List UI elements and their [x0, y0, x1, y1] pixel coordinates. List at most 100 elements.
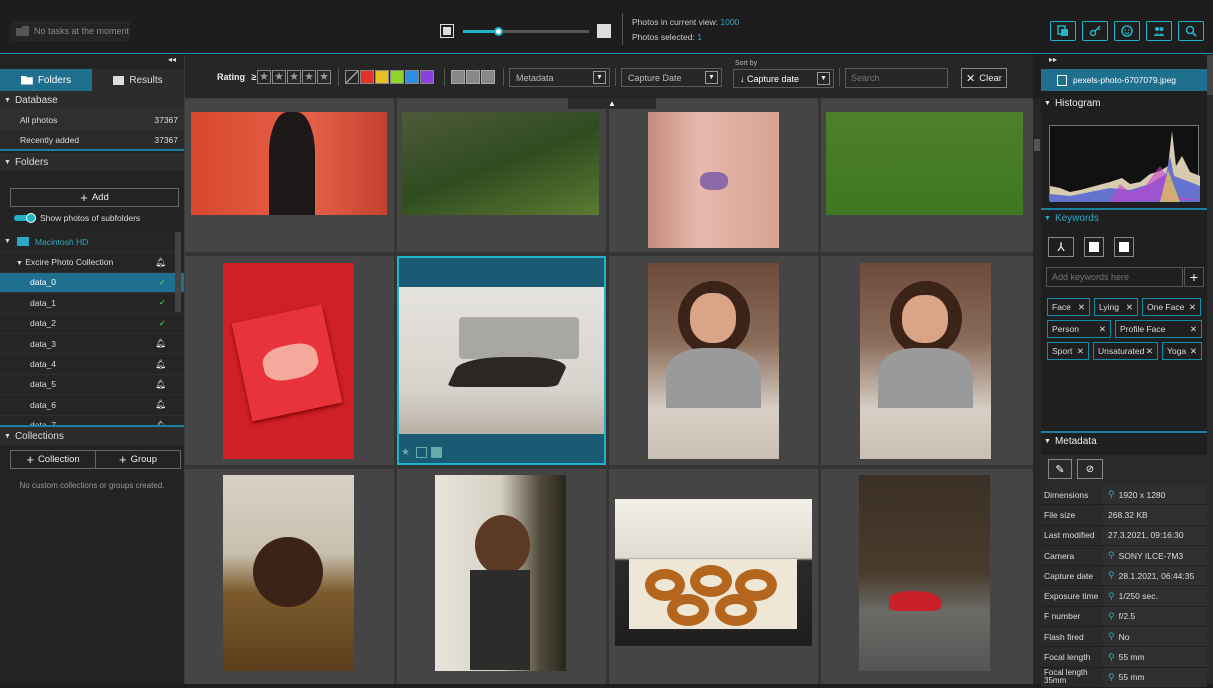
photo-cell[interactable]: [397, 99, 606, 252]
key-button[interactable]: [1082, 21, 1108, 41]
star-icon[interactable]: ★: [257, 70, 271, 84]
sort-select[interactable]: ↓ Capture date ▼: [733, 69, 834, 88]
keyword-suggest-button[interactable]: ⅄: [1048, 237, 1074, 257]
search-icon[interactable]: ⚲: [1108, 631, 1115, 642]
keyword-tag[interactable]: One Face ✕: [1142, 298, 1201, 316]
grid-scrollbar-thumb[interactable]: [1034, 139, 1040, 151]
add-group-button[interactable]: + Group: [96, 450, 181, 469]
keyword-tag[interactable]: Unsaturated ✕: [1093, 342, 1158, 360]
small-thumbnail-icon[interactable]: [440, 24, 454, 38]
search-icon[interactable]: ⚲: [1108, 611, 1115, 622]
metadata-value[interactable]: ⚲ SONY ILCE-7M3: [1103, 545, 1207, 566]
clear-button[interactable]: ✕ Clear: [961, 68, 1007, 88]
hide-metadata-button[interactable]: ⊘: [1077, 459, 1103, 479]
metadata-value[interactable]: ⚲ 1/250 sec.: [1103, 586, 1207, 606]
database-section-header[interactable]: ▼ Database: [0, 91, 184, 109]
folder-row-data_3[interactable]: data_3 🔔︎: [0, 334, 184, 355]
metadata-header[interactable]: ▼ Metadata: [1041, 433, 1207, 450]
metadata-select[interactable]: Metadata ▼: [509, 68, 610, 87]
metadata-value[interactable]: ⚲ 1920 x 1280: [1103, 485, 1207, 505]
right-scrollbar-thumb[interactable]: [1207, 55, 1213, 95]
close-icon[interactable]: ✕: [1189, 302, 1196, 313]
search-icon[interactable]: ⚲: [1108, 591, 1115, 602]
add-keyword-button[interactable]: +: [1184, 267, 1204, 287]
search-icon[interactable]: ⚲: [1108, 652, 1115, 663]
flag-icon[interactable]: [451, 70, 465, 84]
keyword-tag[interactable]: Person ✕: [1047, 320, 1111, 338]
keyword-tag[interactable]: Sport ✕: [1047, 342, 1089, 360]
capture-date-select[interactable]: Capture Date ▼: [621, 68, 722, 87]
keyword-tag[interactable]: Lying ✕: [1094, 298, 1138, 316]
keyword-import-button[interactable]: [1084, 237, 1104, 257]
folder-row-data_0[interactable]: data_0 ✓: [0, 272, 184, 294]
star-icon[interactable]: ★: [317, 70, 331, 84]
flag-icon[interactable]: [431, 447, 442, 458]
volume-row[interactable]: ▼ Macintosh HD: [0, 232, 184, 253]
edit-metadata-button[interactable]: ✎: [1048, 459, 1072, 479]
red-swatch[interactable]: [360, 70, 374, 84]
close-icon[interactable]: ✕: [1078, 302, 1085, 313]
keyword-tag[interactable]: Yoga ✕: [1162, 342, 1202, 360]
folder-row-data_4[interactable]: data_4 🔔︎: [0, 354, 184, 375]
photo-cell[interactable]: [609, 469, 818, 684]
photo-cell[interactable]: [609, 256, 818, 465]
photo-cell[interactable]: [185, 256, 394, 465]
collapse-left-button[interactable]: ◂◂: [0, 55, 184, 69]
green-swatch[interactable]: [390, 70, 404, 84]
search-button[interactable]: [1178, 21, 1204, 41]
add-collection-button[interactable]: + Collection: [10, 450, 96, 469]
right-scrollbar[interactable]: [1207, 55, 1213, 684]
yellow-swatch[interactable]: [375, 70, 389, 84]
metadata-value[interactable]: ⚲ 28.1.2021, 06:44:35: [1103, 566, 1207, 586]
folder-row-data_7[interactable]: data_7🔔︎: [0, 416, 184, 425]
close-icon[interactable]: ✕: [1190, 324, 1197, 335]
tab-results[interactable]: Results: [92, 69, 184, 91]
metadata-value[interactable]: ⚲ No: [1103, 627, 1207, 647]
grid-scrollbar[interactable]: [1033, 99, 1041, 684]
star-icon[interactable]: ★: [287, 70, 301, 84]
collapse-right-button[interactable]: ▸▸: [1041, 55, 1213, 69]
tab-folders[interactable]: Folders: [0, 69, 92, 91]
db-row-all[interactable]: All photos 37367: [0, 109, 184, 130]
search-input[interactable]: [845, 68, 948, 88]
no-color-swatch[interactable]: [345, 70, 359, 84]
collections-section-header[interactable]: ▼ Collections: [0, 427, 184, 445]
close-icon[interactable]: ✕: [1077, 346, 1084, 357]
db-row-recent[interactable]: Recently added 37367: [0, 130, 184, 151]
search-icon[interactable]: ⚲: [1108, 570, 1115, 581]
folders-section-header[interactable]: ▼ Folders: [0, 153, 184, 171]
collection-root-row[interactable]: ▼ Excire Photo Collection 🔔︎: [0, 252, 184, 273]
folder-row-data_2[interactable]: data_2 ✓: [0, 314, 184, 334]
keyword-input[interactable]: [1046, 267, 1183, 287]
photo-cell[interactable]: [821, 469, 1033, 684]
people-button[interactable]: [1146, 21, 1172, 41]
keyword-tag[interactable]: Profile Face ✕: [1115, 320, 1202, 338]
face-button[interactable]: [1114, 21, 1140, 41]
photo-cell[interactable]: [185, 99, 394, 252]
large-thumbnail-icon[interactable]: [597, 24, 611, 38]
collapse-filters-button[interactable]: ▲: [567, 98, 657, 110]
photo-cell[interactable]: [821, 256, 1033, 465]
close-icon[interactable]: ✕: [1099, 324, 1106, 335]
star-icon[interactable]: ★: [272, 70, 286, 84]
reject-flag-icon[interactable]: [466, 70, 480, 84]
keywords-header[interactable]: ▼ Keywords: [1041, 210, 1207, 227]
metadata-value[interactable]: ⚲ 55 mm: [1103, 647, 1207, 667]
zoom-slider[interactable]: [463, 27, 589, 36]
folder-row-data_5[interactable]: data_5 🔔︎: [0, 375, 184, 396]
folder-row-data_1[interactable]: data_1 ✓: [0, 293, 184, 314]
metadata-value[interactable]: ⚲ 55 mm: [1103, 667, 1207, 687]
add-folder-button[interactable]: + Add: [10, 188, 179, 207]
photo-cell[interactable]: [185, 469, 394, 684]
star-icon[interactable]: ★: [302, 70, 316, 84]
search-icon[interactable]: ⚲: [1108, 550, 1115, 561]
keyword-tag[interactable]: Face ✕: [1047, 298, 1090, 316]
rating-icon[interactable]: ★: [401, 447, 412, 458]
subfolders-toggle[interactable]: [14, 213, 36, 223]
zoom-slider-thumb[interactable]: [494, 27, 504, 36]
photo-cell-selected[interactable]: ★: [397, 256, 606, 465]
photo-cell[interactable]: [609, 99, 818, 252]
close-icon[interactable]: ✕: [1146, 346, 1153, 357]
folder-scrollbar[interactable]: [175, 232, 181, 312]
duplicates-button[interactable]: [1050, 21, 1076, 41]
